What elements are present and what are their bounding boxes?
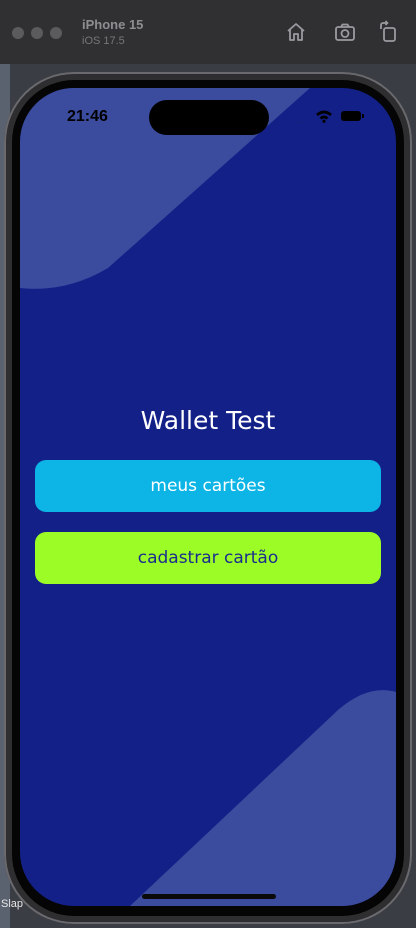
- home-icon[interactable]: [284, 20, 308, 44]
- home-indicator[interactable]: [142, 894, 276, 899]
- wifi-icon: [316, 110, 332, 123]
- simulator-toolbar: iPhone 15 iOS 17.5: [0, 0, 416, 65]
- dynamic-island: [149, 100, 269, 135]
- os-version: iOS 17.5: [82, 35, 125, 47]
- register-card-button-label: cadastrar cartão: [137, 548, 279, 568]
- minimize-window-button[interactable]: [31, 27, 43, 39]
- device-name: iPhone 15: [82, 17, 144, 32]
- close-window-button[interactable]: [12, 27, 24, 39]
- my-cards-button-label: meus cartões: [150, 476, 266, 496]
- app-screen: 21:46 .... Wallet Test meus cartões cada…: [20, 88, 396, 906]
- rotate-device-icon[interactable]: [377, 20, 401, 44]
- my-cards-button[interactable]: meus cartões: [35, 460, 381, 512]
- status-bar-time: 21:46: [67, 108, 108, 125]
- screenshot-camera-icon[interactable]: [333, 20, 357, 44]
- battery-icon: [341, 111, 364, 121]
- app-title: Wallet Test: [140, 406, 276, 435]
- register-card-button[interactable]: cadastrar cartão: [35, 532, 381, 584]
- cellular-signal-icon: ....: [293, 118, 305, 125]
- zoom-window-button[interactable]: [50, 27, 62, 39]
